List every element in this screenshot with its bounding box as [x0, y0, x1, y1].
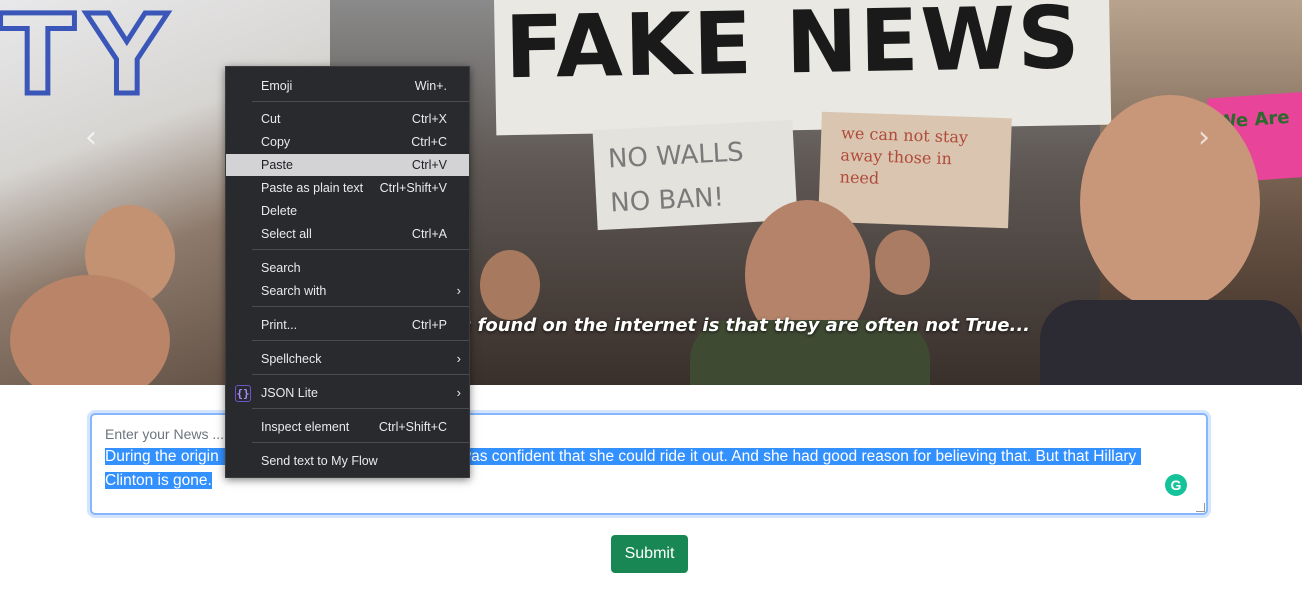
person-body	[1040, 300, 1302, 385]
carousel-prev-button[interactable]: ‹	[85, 120, 97, 155]
grammarly-icon[interactable]: G	[1165, 474, 1187, 496]
menu-item-label: Search	[261, 261, 301, 275]
news-text-line-2: Clinton is gone.	[105, 472, 212, 489]
menu-item-label: Emoji	[261, 79, 293, 93]
menu-item-label: Select all	[261, 227, 312, 241]
menu-item-json-lite[interactable]: {} JSON Lite ›	[226, 382, 469, 404]
submenu-arrow-icon: ›	[456, 283, 461, 298]
menu-item-label: Print...	[261, 318, 298, 332]
menu-item-label: Search with	[261, 284, 327, 298]
submit-button[interactable]: Submit	[611, 535, 688, 573]
protest-sign-no-walls: NO WALLS NO BAN!	[592, 119, 798, 231]
menu-separator	[252, 340, 469, 341]
menu-item-label: Paste as plain text	[261, 181, 364, 195]
menu-item-label: Copy	[261, 135, 291, 149]
menu-item-label: Cut	[261, 112, 281, 126]
menu-item-shortcut: Ctrl+A	[411, 227, 447, 241]
menu-item-send-to-flow[interactable]: Send text to My Flow	[226, 450, 469, 472]
submenu-arrow-icon: ›	[456, 385, 461, 400]
menu-item-cut[interactable]: Cut Ctrl+X	[226, 108, 469, 130]
menu-separator	[252, 442, 469, 443]
menu-separator	[252, 101, 469, 102]
json-lite-icon: {}	[235, 385, 251, 402]
chevron-left-icon: ‹	[85, 120, 97, 155]
menu-item-shortcut: Ctrl+V	[411, 158, 447, 172]
menu-item-label: JSON Lite	[261, 386, 318, 400]
person-head	[1080, 95, 1260, 310]
menu-item-search[interactable]: Search	[226, 257, 469, 279]
menu-item-copy[interactable]: Copy Ctrl+C	[226, 131, 469, 153]
menu-item-label: Send text to My Flow	[261, 454, 378, 468]
menu-item-shortcut: Ctrl+Shift+V	[379, 181, 447, 195]
protest-sign-handwritten-text: we can not stay away those in need	[839, 123, 969, 188]
menu-item-inspect[interactable]: Inspect element Ctrl+Shift+C	[226, 416, 469, 438]
person-head	[875, 230, 930, 295]
news-placeholder: Enter your News ...	[105, 426, 225, 442]
chevron-right-icon: ›	[1198, 120, 1210, 155]
carousel-next-button[interactable]: ›	[1198, 120, 1210, 155]
menu-item-search-with[interactable]: Search with ›	[226, 280, 469, 302]
menu-item-label: Spellcheck	[261, 352, 322, 366]
person-head	[480, 250, 540, 320]
menu-item-shortcut: Ctrl+X	[411, 112, 447, 126]
menu-item-label: Paste	[261, 158, 293, 172]
menu-item-emoji[interactable]: Emoji Win+.	[226, 75, 469, 97]
menu-item-spellcheck[interactable]: Spellcheck ›	[226, 348, 469, 370]
protest-sign-fake-news-text: FAKE NEWS	[504, 0, 1083, 99]
hero-carousel: TY FAKE NEWS NO WALLS NO BAN! we can not…	[0, 0, 1302, 385]
menu-item-label: Delete	[261, 204, 298, 218]
menu-separator	[252, 408, 469, 409]
protest-sign-left: TY	[0, 0, 179, 119]
submenu-arrow-icon: ›	[456, 351, 461, 366]
menu-item-delete[interactable]: Delete	[226, 200, 469, 222]
menu-item-print[interactable]: Print... Ctrl+P	[226, 314, 469, 336]
menu-item-paste-plain[interactable]: Paste as plain text Ctrl+Shift+V	[226, 177, 469, 199]
protest-sign-handwritten: we can not stay away those in need	[818, 111, 1012, 229]
menu-separator	[252, 249, 469, 250]
menu-item-select-all[interactable]: Select all Ctrl+A	[226, 223, 469, 245]
menu-item-paste[interactable]: Paste Ctrl+V	[226, 154, 469, 176]
menu-item-shortcut: Win+.	[414, 79, 447, 93]
resize-handle[interactable]	[1196, 503, 1205, 512]
menu-item-shortcut: Ctrl+Shift+C	[378, 420, 447, 434]
context-menu: Emoji Win+. Cut Ctrl+X Copy Ctrl+C Paste…	[225, 66, 470, 478]
menu-item-label: Inspect element	[261, 420, 350, 434]
menu-item-shortcut: Ctrl+C	[411, 135, 447, 149]
menu-item-shortcut: Ctrl+P	[411, 318, 447, 332]
menu-separator	[252, 306, 469, 307]
menu-separator	[252, 374, 469, 375]
